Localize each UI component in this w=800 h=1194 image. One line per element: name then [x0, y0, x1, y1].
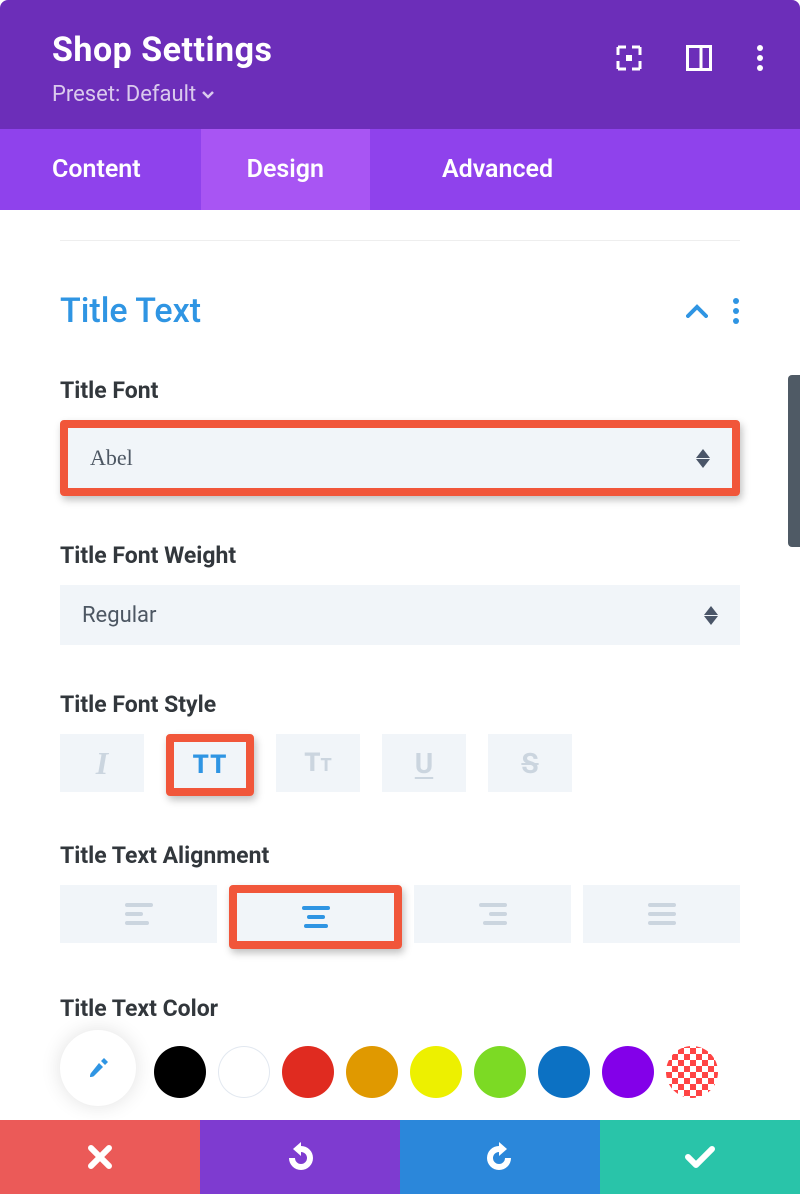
color-swatch-yellow[interactable] [410, 1046, 462, 1098]
divider [60, 240, 740, 241]
tab-content[interactable]: Content [0, 129, 201, 210]
title-weight-select[interactable]: Regular [60, 585, 740, 645]
title-font-select[interactable]: Abel [68, 428, 732, 488]
align-justify-icon [648, 903, 676, 925]
italic-button[interactable]: I [60, 734, 144, 792]
redo-button[interactable] [400, 1120, 600, 1194]
italic-icon: I [96, 745, 108, 782]
color-swatch-purple[interactable] [602, 1046, 654, 1098]
color-swatch-black[interactable] [154, 1046, 206, 1098]
smallcaps-icon: TT [304, 748, 332, 778]
caret-down-icon [202, 91, 214, 99]
section-title: Title Text [60, 291, 201, 331]
cancel-button[interactable] [0, 1120, 200, 1194]
chevron-up-icon[interactable] [686, 304, 708, 318]
section-controls [686, 297, 740, 325]
highlight-font: Abel [60, 420, 740, 496]
footer-actions [0, 1120, 800, 1194]
strikethrough-button[interactable]: S [488, 734, 572, 792]
close-icon [86, 1143, 114, 1171]
uppercase-button[interactable]: TT [174, 742, 246, 788]
align-center-button[interactable] [237, 893, 394, 941]
layout-icon[interactable] [686, 45, 712, 71]
title-weight-label: Title Font Weight [60, 542, 740, 569]
align-left-button[interactable] [60, 885, 217, 943]
color-swatch-orange[interactable] [346, 1046, 398, 1098]
dropper-icon [86, 1056, 110, 1080]
color-swatch-white[interactable] [218, 1046, 270, 1098]
color-swatch-blue[interactable] [538, 1046, 590, 1098]
font-style-buttons: I TT TT U S [60, 734, 740, 796]
align-center-icon [302, 906, 330, 928]
color-swatch-red[interactable] [282, 1046, 334, 1098]
align-left-icon [125, 903, 153, 925]
content-area: Title Text Title Font Abel Title Font We… [0, 240, 800, 1106]
sort-icon [704, 606, 718, 625]
smallcaps-button[interactable]: TT [276, 734, 360, 792]
strikethrough-icon: S [521, 747, 538, 780]
uppercase-icon: TT [193, 750, 228, 780]
highlight-align-center [229, 885, 402, 949]
tab-advanced[interactable]: Advanced [370, 129, 613, 210]
scrollbar[interactable] [788, 375, 800, 547]
title-font-value: Abel [90, 445, 133, 471]
color-swatches [60, 1038, 740, 1106]
check-icon [684, 1145, 716, 1169]
underline-icon: U [415, 747, 433, 780]
highlight-uppercase: TT [166, 734, 254, 796]
title-weight-value: Regular [82, 603, 156, 628]
color-swatch-green[interactable] [474, 1046, 526, 1098]
title-align-label: Title Text Alignment [60, 842, 740, 869]
tab-design[interactable]: Design [201, 129, 370, 210]
section-header[interactable]: Title Text [60, 291, 740, 331]
align-right-button[interactable] [414, 885, 571, 943]
preset-label: Preset: Default [52, 82, 196, 107]
undo-button[interactable] [200, 1120, 400, 1194]
expand-icon[interactable] [616, 45, 642, 71]
more-icon[interactable] [756, 44, 764, 72]
preset-selector[interactable]: Preset: Default [52, 82, 748, 107]
align-right-icon [479, 903, 507, 925]
header-icons [616, 44, 764, 72]
color-swatch-transparent[interactable] [666, 1046, 718, 1098]
main-tabs: Content Design Advanced [0, 129, 800, 210]
redo-icon [483, 1142, 517, 1172]
underline-button[interactable]: U [382, 734, 466, 792]
more-icon[interactable] [732, 297, 740, 325]
title-style-label: Title Font Style [60, 691, 740, 718]
title-font-label: Title Font [60, 377, 740, 404]
align-justify-button[interactable] [583, 885, 740, 943]
undo-icon [283, 1142, 317, 1172]
sort-icon [696, 449, 710, 468]
text-align-buttons [60, 885, 740, 949]
settings-header: Shop Settings Preset: Default [0, 0, 800, 129]
save-button[interactable] [600, 1120, 800, 1194]
title-color-label: Title Text Color [60, 995, 740, 1022]
color-picker-button[interactable] [60, 1030, 136, 1106]
